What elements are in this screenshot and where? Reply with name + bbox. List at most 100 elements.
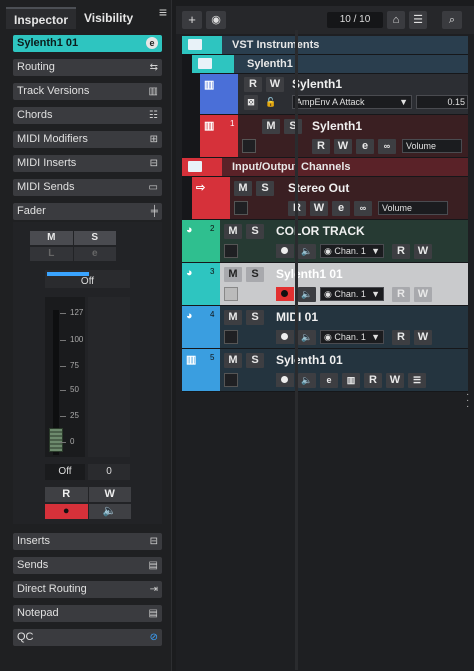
meter-value[interactable]: 0	[88, 464, 130, 480]
write-button[interactable]: W	[310, 201, 328, 216]
volume-value[interactable]: Off	[45, 464, 85, 480]
track-name[interactable]: Sylenth1 01	[276, 353, 343, 367]
track-midi-01[interactable]: ◕ 4 M S MIDI 01 🔈 ◉ Chan. 1 ▼ R W	[182, 306, 468, 348]
close-icon[interactable]: ⊠	[244, 95, 258, 110]
section-direct-routing[interactable]: Direct Routing ⇥	[13, 581, 162, 598]
solo-button[interactable]: S	[246, 353, 264, 368]
read-button[interactable]: R	[392, 244, 410, 259]
write-button[interactable]: W	[414, 330, 432, 345]
monitor-button[interactable]: 🔈	[298, 373, 316, 388]
section-midi-sends[interactable]: MIDI Sends ▭	[13, 179, 162, 196]
mute-button[interactable]: M	[224, 267, 242, 282]
track-name[interactable]: Sylenth1	[312, 119, 362, 133]
solo-button[interactable]: S	[246, 310, 264, 325]
section-midi-inserts[interactable]: MIDI Inserts ⊟	[13, 155, 162, 172]
edit-button[interactable]: e	[73, 247, 116, 261]
mute-button[interactable]: M	[224, 353, 242, 368]
midi-channel-select[interactable]: ◉ Chan. 1 ▼	[320, 330, 384, 344]
write-button[interactable]: W	[414, 287, 432, 302]
mute-button[interactable]: M	[224, 224, 242, 239]
search-icon[interactable]: ⌕	[442, 11, 462, 29]
record-enable-button[interactable]	[276, 373, 294, 387]
write-button[interactable]: W	[386, 373, 404, 388]
folder-sylenth1[interactable]: Sylenth1	[192, 55, 468, 73]
edit-button[interactable]: e	[332, 201, 350, 216]
mute-button[interactable]: M	[30, 231, 73, 245]
instrument-icon[interactable]: ▥	[342, 373, 360, 388]
track-sylenth1-01-selected[interactable]: ◕ 3 M S Sylenth1 01 🔈 ◉ Chan. 1 ▼ R W	[182, 263, 468, 305]
solo-button[interactable]: S	[246, 224, 264, 239]
section-midi-modifiers[interactable]: MIDI Modifiers ⊞	[13, 131, 162, 148]
section-routing[interactable]: Routing ⇆	[13, 59, 162, 76]
edit-icon[interactable]: e	[146, 37, 158, 49]
read-button[interactable]: R	[392, 330, 410, 345]
monitor-button[interactable]: 🔈	[298, 330, 316, 345]
mute-button[interactable]: M	[234, 181, 252, 196]
read-button[interactable]: R	[392, 287, 410, 302]
read-button[interactable]: R	[312, 139, 330, 154]
track-select-checkbox[interactable]	[224, 373, 238, 387]
section-notepad[interactable]: Notepad ▤	[13, 605, 162, 622]
track-sylenth1-output[interactable]: ▥ 1 M S Sylenth1 R W e ∞ Volume	[200, 115, 468, 157]
track-select-checkbox[interactable]	[224, 287, 238, 301]
solo-button[interactable]: S	[246, 267, 264, 282]
solo-button[interactable]: S	[284, 119, 302, 134]
visibility-icon[interactable]: ⌂	[387, 11, 405, 29]
write-button[interactable]: W	[414, 244, 432, 259]
folder-io-channels[interactable]: Input/Output Channels	[182, 158, 468, 176]
link-icon[interactable]: ∞	[378, 139, 396, 154]
add-track-button[interactable]: +	[182, 11, 202, 29]
section-chords[interactable]: Chords ☷	[13, 107, 162, 124]
automation-param-select[interactable]: Volume	[402, 139, 462, 153]
track-name[interactable]: COLOR TRACK	[276, 224, 365, 238]
solo-button[interactable]: S	[256, 181, 274, 196]
monitor-button[interactable]: 🔈	[88, 504, 131, 519]
write-button[interactable]: W	[88, 487, 131, 502]
fader-handle[interactable]	[49, 428, 63, 452]
section-inserts[interactable]: Inserts ⊟	[13, 533, 162, 550]
record-enable-button[interactable]	[276, 330, 294, 344]
mute-button[interactable]: M	[262, 119, 280, 134]
record-enable-button[interactable]: ●	[45, 504, 88, 519]
more-icon[interactable]: · · ·	[466, 390, 469, 412]
add-track-preset-button[interactable]: ◉	[206, 11, 226, 29]
track-name-field[interactable]: Sylenth1 01 e	[13, 35, 162, 52]
automation-value[interactable]: 0.15	[416, 95, 468, 109]
list-icon[interactable]: ☰	[408, 373, 426, 388]
track-sylenth1-01-instrument[interactable]: ▥ 5 M S Sylenth1 01 🔈 e ▥ R W ☰	[182, 349, 468, 391]
solo-button[interactable]: S	[73, 231, 116, 245]
tab-visibility[interactable]: Visibility	[76, 7, 141, 29]
edit-instrument-button[interactable]: e	[320, 373, 338, 388]
section-fader[interactable]: Fader ╪	[13, 203, 162, 220]
track-select-checkbox[interactable]	[234, 201, 248, 215]
track-sylenth1-instrument[interactable]: ▥ R W Sylenth1 ⊠ 🔓 AmpEnv A Attack ▼ 0.15	[200, 74, 468, 114]
monitor-button[interactable]: 🔈	[298, 244, 316, 259]
tab-inspector[interactable]: Inspector	[6, 7, 77, 29]
midi-channel-select[interactable]: ◉ Chan. 1 ▼	[320, 287, 384, 301]
track-name[interactable]: Sylenth1	[292, 77, 342, 91]
track-select-checkbox[interactable]	[242, 139, 256, 153]
monitor-button[interactable]: 🔈	[298, 287, 316, 302]
read-button[interactable]: R	[364, 373, 382, 388]
track-select-checkbox[interactable]	[224, 330, 238, 344]
track-select-checkbox[interactable]	[224, 244, 238, 258]
track-stereo-out[interactable]: ⇨ M S Stereo Out R W e ∞ Volume	[192, 177, 468, 219]
automation-param-select[interactable]: Volume	[378, 201, 448, 215]
edit-button[interactable]: e	[356, 139, 374, 154]
track-color-track[interactable]: ◕ 2 M S COLOR TRACK 🔈 ◉ Chan. 1 ▼ R W	[182, 220, 468, 262]
menu-icon[interactable]: ≡	[159, 4, 167, 20]
record-enable-button[interactable]	[276, 244, 294, 258]
listen-button[interactable]: L	[30, 247, 73, 261]
lock-icon[interactable]: 🔓	[262, 95, 280, 110]
section-sends[interactable]: Sends ▤	[13, 557, 162, 574]
folder-vst-instruments[interactable]: VST Instruments	[182, 36, 468, 54]
track-list-icon[interactable]: ☰	[409, 11, 427, 29]
read-button[interactable]: R	[244, 77, 262, 92]
record-enable-button[interactable]	[276, 287, 294, 301]
track-name[interactable]: Sylenth1 01	[276, 267, 343, 281]
automation-param-select[interactable]: AmpEnv A Attack ▼	[292, 95, 412, 109]
read-button[interactable]: R	[45, 487, 88, 502]
mute-button[interactable]: M	[224, 310, 242, 325]
section-qc[interactable]: QC ⊘	[13, 629, 162, 646]
section-track-versions[interactable]: Track Versions ▥	[13, 83, 162, 100]
